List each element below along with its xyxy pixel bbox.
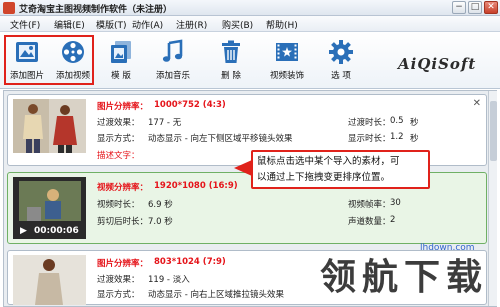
resolution-label: 图片分辨率： (97, 259, 149, 269)
transition-label: 过渡效果： (97, 118, 140, 128)
help-tooltip: 鼠标点击选中某个导入的素材，可 以通过上下拖拽变更排序位置。 (251, 150, 430, 189)
delete-button[interactable]: 删 除 (208, 36, 254, 86)
video-decor-button[interactable]: 视频装饰 (264, 36, 310, 86)
transition-duration-value[interactable]: 0.5 (390, 116, 404, 126)
menu-edit[interactable]: 编辑(E) (54, 18, 85, 31)
menu-template[interactable]: 模版(T) (96, 18, 127, 31)
image-thumbnail (13, 255, 86, 305)
brand-logo: AiQiSoft (398, 55, 477, 73)
options-label: 选 项 (331, 71, 351, 81)
video-duration-value: 6.9 秒 (148, 200, 173, 210)
add-music-label: 添加音乐 (155, 71, 190, 81)
video-camera-icon: ▶ (20, 226, 27, 236)
scrollbar-thumb[interactable] (490, 101, 497, 161)
video-duration-label: 视频时长： (97, 200, 140, 210)
image-thumbnail (13, 99, 86, 153)
display-mode-value: 动态显示 - 向右上区域推拉镜头效果 (148, 290, 284, 300)
frame-rate-label: 视频帧率： (348, 200, 391, 210)
music-note-icon (160, 39, 186, 65)
display-duration-label: 显示时长： (348, 134, 391, 144)
menu-bar: 文件(F) 编辑(E) 模版(T) 动作(A) 注册(R) 购买(B) 帮助(H… (0, 16, 500, 32)
menu-help[interactable]: 帮助(H) (266, 18, 298, 31)
resolution-value: 1000*752 (4:3) (154, 100, 226, 110)
trash-icon (218, 39, 244, 65)
tooltip-line-1: 鼠标点击选中某个导入的素材，可 (257, 156, 400, 167)
display-duration-value[interactable]: 1.2 (390, 132, 404, 142)
menu-buy[interactable]: 购买(B) (222, 18, 253, 31)
frame-rate-value: 30 (390, 198, 401, 208)
minimize-button[interactable]: − (452, 1, 466, 14)
transition-duration-unit: 秒 (410, 118, 419, 128)
resolution-label: 视频分辨率： (97, 183, 149, 193)
video-decoration-icon (274, 39, 300, 65)
maximize-button[interactable]: □ (468, 1, 482, 14)
display-mode-label: 显示方式： (97, 134, 140, 144)
app-icon (3, 2, 15, 14)
video-decor-label: 视频装饰 (269, 71, 304, 81)
transition-duration-label: 过渡时长： (348, 118, 391, 128)
list-scrollbar[interactable] (488, 91, 497, 306)
menu-register[interactable]: 注册(R) (176, 18, 207, 31)
resolution-value: 1920*1080 (16:9) (154, 181, 238, 191)
add-music-button[interactable]: 添加音乐 (150, 36, 196, 86)
transition-value: 119 - 淡入 (148, 275, 190, 285)
window-controls: − □ ✕ (452, 1, 498, 14)
options-button[interactable]: 选 项 (318, 36, 364, 86)
close-button[interactable]: ✕ (484, 1, 498, 14)
display-mode-value: 动态显示 - 向左下侧区域平移镜头效果 (148, 134, 293, 144)
menu-action[interactable]: 动作(A) (132, 18, 163, 31)
trimmed-duration-value: 7.0 秒 (148, 217, 173, 227)
tooltip-arrow (234, 160, 252, 176)
window-title: 艾奇淘宝主图视频制作软件（未注册） (19, 5, 173, 15)
description-label: 描述文字： (97, 151, 140, 161)
watermark-logo: 领航下载 (320, 257, 489, 298)
resolution-value: 803*1024 (7:9) (154, 257, 226, 267)
template-button[interactable]: 模 版 (98, 36, 144, 86)
video-timecode: 00:00:06 (34, 226, 79, 236)
audio-channels-value: 2 (390, 215, 396, 225)
menu-file[interactable]: 文件(F) (10, 18, 40, 31)
tooltip-line-2: 以通过上下拖拽变更排序位置。 (257, 172, 391, 183)
display-duration-unit: 秒 (410, 134, 419, 144)
remove-item-button[interactable]: ✕ (473, 98, 481, 109)
audio-channels-label: 声道数量： (348, 217, 391, 227)
display-mode-label: 显示方式： (97, 290, 140, 300)
gear-icon (328, 39, 354, 65)
trimmed-duration-label: 剪切后时长： (97, 217, 149, 227)
transition-value: 177 - 无 (148, 118, 182, 128)
resolution-label: 图片分辨率： (97, 102, 149, 112)
delete-label: 删 除 (221, 71, 241, 81)
toolbar-highlight (4, 35, 94, 85)
template-icon (108, 39, 134, 65)
title-bar: 艾奇淘宝主图视频制作软件（未注册） − □ ✕ (0, 0, 500, 16)
transition-label: 过渡效果： (97, 275, 140, 285)
template-label: 模 版 (111, 71, 131, 81)
